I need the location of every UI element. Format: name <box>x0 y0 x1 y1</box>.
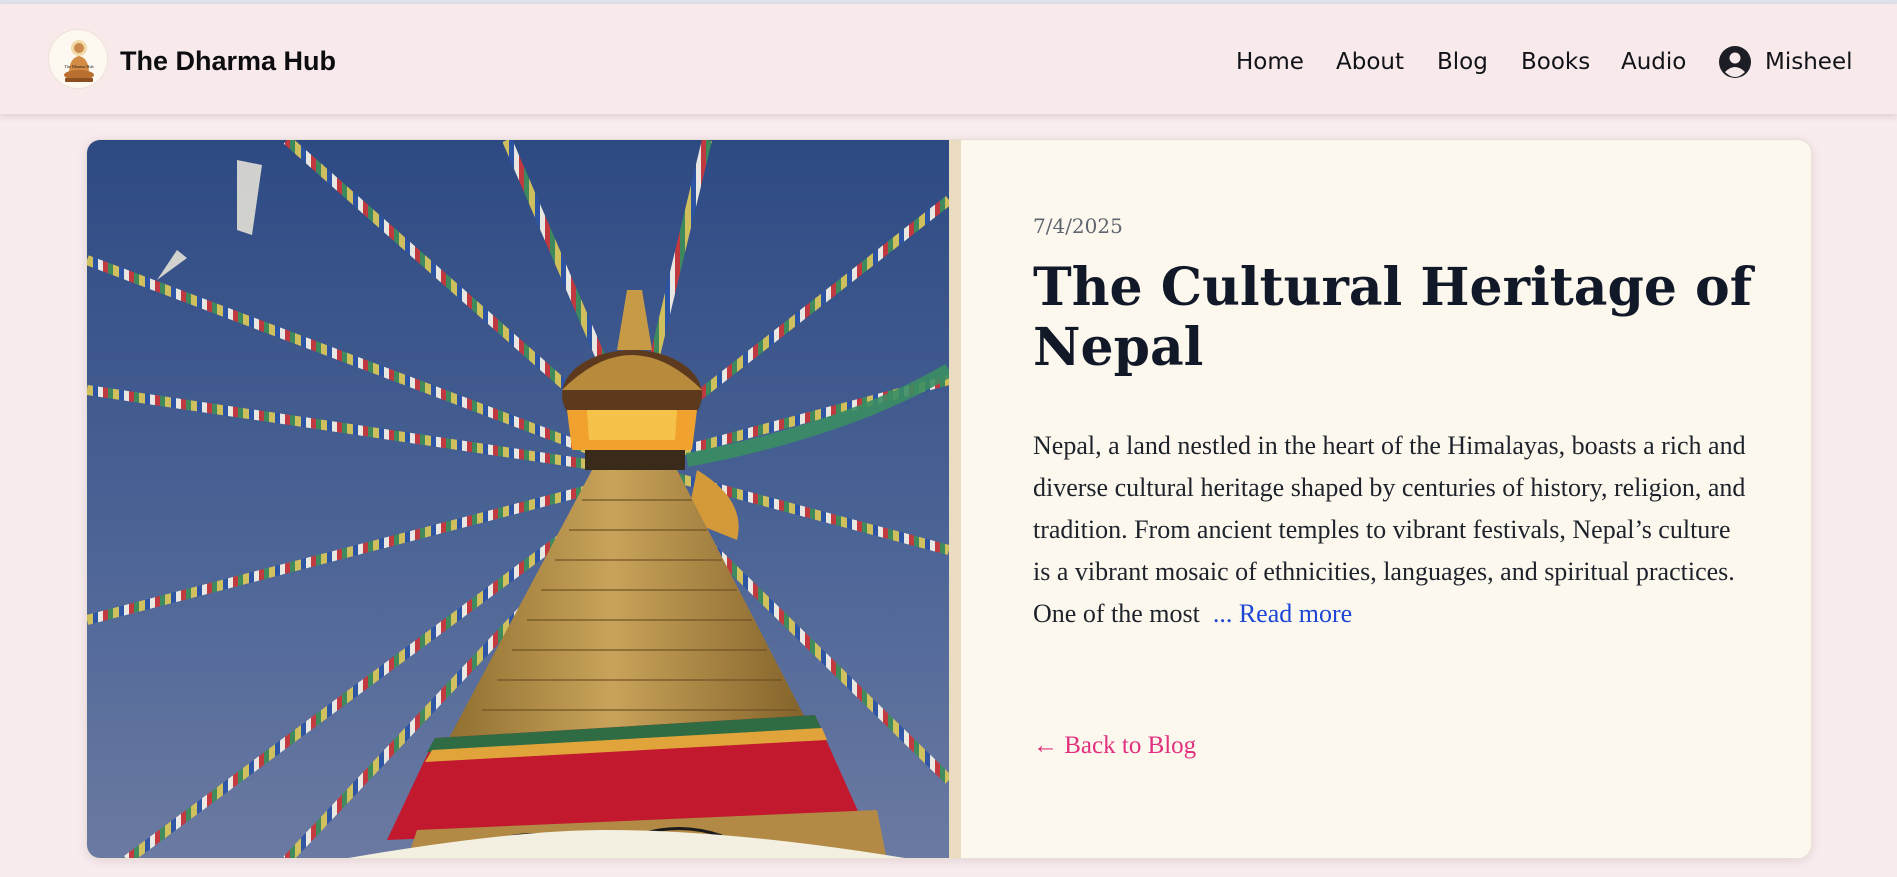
excerpt-text: Nepal, a land nestled in the heart of th… <box>1033 431 1746 628</box>
navbar: The Dharma Hub The Dharma Hub Home About… <box>0 4 1897 114</box>
post-content: 7/4/2025 The Cultural Heritage of Nepal … <box>1033 140 1793 858</box>
site-brand[interactable]: The Dharma Hub <box>120 46 336 77</box>
nav-books[interactable]: Books <box>1521 49 1590 75</box>
nav-audio[interactable]: Audio <box>1621 49 1686 75</box>
back-to-blog-link[interactable]: ← Back to Blog <box>1033 732 1196 760</box>
logo-text: The Dharma Hub <box>64 64 93 69</box>
buddha-logo-icon[interactable]: The Dharma Hub <box>48 29 108 89</box>
post-excerpt: Nepal, a land nestled in the heart of th… <box>1033 425 1749 635</box>
image-divider <box>949 140 961 858</box>
user-name[interactable]: Misheel <box>1765 49 1853 75</box>
post-date: 7/4/2025 <box>1033 214 1123 238</box>
user-circle-icon[interactable] <box>1718 45 1752 79</box>
blog-post-card: 7/4/2025 The Cultural Heritage of Nepal … <box>86 139 1812 859</box>
read-more-link[interactable]: ... Read more <box>1213 599 1352 628</box>
nav-home[interactable]: Home <box>1236 49 1304 75</box>
nav-about[interactable]: About <box>1336 49 1404 75</box>
post-hero-image <box>87 140 953 858</box>
nav-blog[interactable]: Blog <box>1437 49 1488 75</box>
post-title: The Cultural Heritage of Nepal <box>1033 257 1753 378</box>
